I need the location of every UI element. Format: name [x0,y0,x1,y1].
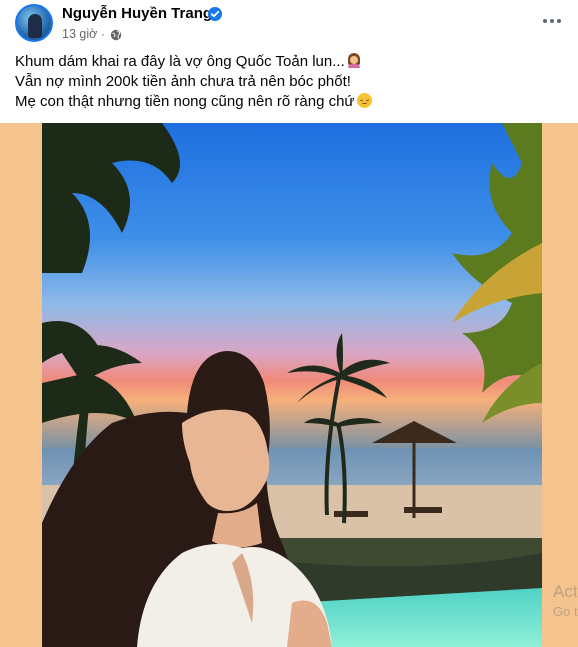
activate-windows-watermark: Act Go t [553,582,578,622]
more-options-icon[interactable] [538,10,566,32]
watermark-line-2: Go t [553,604,578,619]
watermark-line-1: Act [553,582,578,601]
verified-badge-icon [208,7,222,21]
caption-line-2: Vẫn nợ mình 200k tiền ảnh chưa trả nên b… [15,73,351,90]
smirking-face-emoji [357,93,373,108]
person-shrugging-emoji [347,53,361,68]
post-caption: Khum dám khai ra đây là vợ ông Quốc Toản… [15,52,565,112]
caption-line-1: Khum dám khai ra đây là vợ ông Quốc Toản… [15,52,565,72]
photo-frame [0,123,578,647]
separator-dot: · [101,27,105,41]
beach-sunset-photo [42,123,542,647]
post-header: Nguyễn Huyền Trang 13 giờ · [0,0,578,46]
author-avatar[interactable] [15,4,53,42]
post-timestamp[interactable]: 13 giờ [62,27,97,41]
caption-line-3: Mẹ con thật nhưng tiền nong cũng nên rõ … [15,92,565,112]
post-photo[interactable] [42,123,542,647]
author-name[interactable]: Nguyễn Huyền Trang [62,5,212,22]
globe-icon [110,28,122,41]
